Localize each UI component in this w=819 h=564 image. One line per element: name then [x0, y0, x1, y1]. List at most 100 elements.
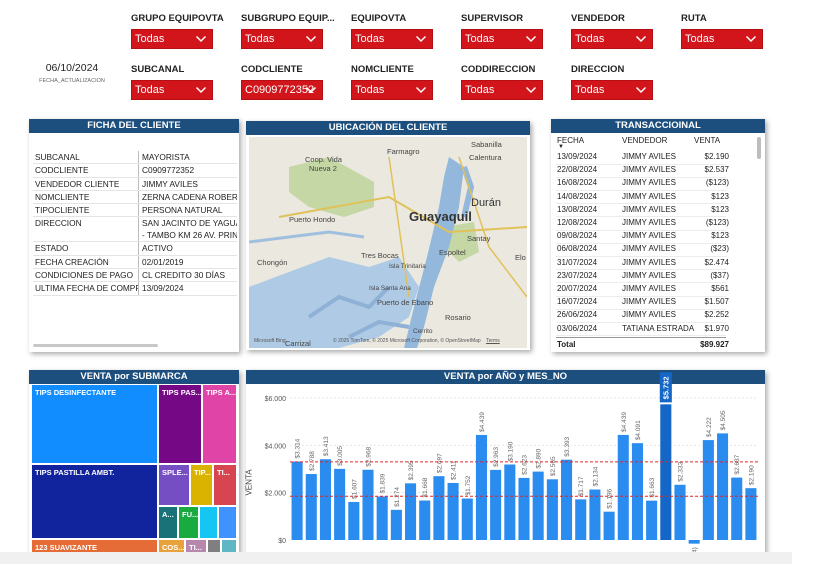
venta-bar[interactable] — [603, 511, 615, 540]
ficha-row: SUBCANAL MAYORISTA — [33, 151, 237, 165]
map-label-santay: Santay — [467, 234, 491, 243]
filter-label-9: CODDIRECCION — [461, 64, 536, 75]
trans-vendedor: JIMMY AVILES — [622, 297, 676, 307]
venta-bar[interactable] — [433, 476, 445, 540]
venta-bar[interactable] — [631, 443, 643, 540]
map-label-elo: Elo — [515, 253, 526, 262]
filter-dropdown-3[interactable]: Todas — [461, 29, 543, 49]
trans-row[interactable]: 26/06/2024 JIMMY AVILES $2.252 — [556, 309, 729, 323]
venta-bar[interactable] — [504, 464, 516, 540]
treemap-tile-a[interactable]: A... — [158, 506, 178, 539]
trans-row[interactable]: 12/08/2024 JIMMY AVILES ($123) — [556, 217, 729, 231]
venta-bar[interactable] — [419, 500, 431, 540]
trans-row[interactable]: 13/08/2024 JIMMY AVILES $123 — [556, 204, 729, 218]
filter-dropdown-5[interactable]: Todas — [681, 29, 763, 49]
trans-row[interactable]: 16/07/2024 JIMMY AVILES $1.507 — [556, 296, 729, 310]
col-vendedor[interactable]: VENDEDOR — [622, 136, 667, 145]
data-label: $2.411 — [451, 460, 458, 480]
venta-bar[interactable] — [688, 540, 700, 544]
filter-dropdown-8[interactable]: Todas — [351, 80, 433, 100]
trans-row[interactable]: 14/08/2024 JIMMY AVILES $123 — [556, 191, 729, 205]
ficha-value-line: ZERNA CADENA ROBERTO — [142, 191, 237, 202]
venta-bar[interactable] — [518, 477, 530, 540]
map-terms-link[interactable]: Terms — [486, 338, 500, 344]
ficha-key: VENDEDOR CLIENTE — [33, 177, 139, 190]
trans-row[interactable]: 06/08/2024 JIMMY AVILES ($23) — [556, 243, 729, 257]
trans-row[interactable]: 13/09/2024 JIMMY AVILES $2.190 — [556, 151, 729, 165]
venta-bar[interactable] — [319, 459, 331, 540]
ficha-cliente-panel: FICHA DEL CLIENTE SUBCANAL MAYORISTA CODCL… — [29, 119, 239, 352]
col-venta[interactable]: VENTA — [694, 136, 720, 145]
data-label: $3.393 — [564, 436, 571, 456]
trans-row[interactable]: 22/08/2024 JIMMY AVILES $2.537 — [556, 164, 729, 178]
trans-vendedor: TATIANA ESTRADA — [622, 323, 695, 333]
treemap-tile-tips-pas[interactable]: TIPS PAS... — [158, 384, 202, 464]
venta-bar[interactable] — [390, 509, 402, 540]
treemap-tile-tip[interactable]: TIP... — [190, 464, 213, 506]
trans-row[interactable]: 23/07/2024 JIMMY AVILES ($37) — [556, 270, 729, 284]
data-label: $2.134 — [592, 466, 599, 486]
trans-row[interactable]: 20/07/2024 JIMMY AVILES $561 — [556, 283, 729, 297]
venta-bar[interactable] — [589, 489, 601, 540]
venta-bar[interactable] — [305, 474, 317, 540]
map-panel: UBICACIÓN DEL CLIENTE Farmagro Sabanilla… — [246, 121, 530, 350]
venta-bar[interactable] — [646, 500, 658, 540]
map-canvas[interactable]: Farmagro Sabanilla Calentura Coop. Vida … — [249, 137, 527, 348]
treemap-tile-sple[interactable]: SPLE... — [158, 464, 190, 506]
treemap-tile-blue[interactable] — [218, 506, 237, 539]
venta-bar[interactable] — [617, 434, 629, 540]
treemap-tile-tips-pastilla-ambt[interactable]: TIPS PASTILLA AMBT. — [31, 464, 158, 539]
venta-bar[interactable] — [334, 468, 346, 540]
map-label-carrizal: Carrizal — [285, 339, 311, 348]
map-label-isla-santa-ana: Isla Santa Ana — [369, 285, 411, 292]
trans-total-value: $89.927 — [700, 340, 729, 349]
ficha-row: TIPOCLIENTE PERSONA NATURAL — [33, 204, 237, 218]
venta-bar[interactable] — [376, 496, 388, 540]
venta-bar[interactable] — [405, 483, 417, 540]
filter-dropdown-2[interactable]: Todas — [351, 29, 433, 49]
venta-bar[interactable] — [575, 499, 587, 540]
venta-bar[interactable] — [490, 469, 502, 540]
trans-row[interactable]: 03/06/2024 TATIANA ESTRADA $1.970 — [556, 323, 729, 337]
filter-dropdown-6[interactable]: Todas — [131, 80, 213, 100]
treemap-tile-ti[interactable]: TI... — [213, 464, 237, 506]
venta-bar[interactable] — [717, 433, 729, 540]
venta-bar[interactable] — [674, 484, 686, 540]
filter-dropdown-0[interactable]: Todas — [131, 29, 213, 49]
venta-bar[interactable] — [660, 404, 672, 540]
filter-dropdown-9[interactable]: Todas — [461, 80, 543, 100]
treemap-tile-tips-desinfectante[interactable]: TIPS DESINFECTANTE — [31, 384, 158, 464]
filter-dropdown-7[interactable]: C0909772352 — [241, 80, 323, 100]
map-title: UBICACIÓN DEL CLIENTE — [246, 121, 530, 135]
venta-bar[interactable] — [348, 501, 360, 540]
trans-vendedor: JIMMY AVILES — [622, 204, 676, 214]
ficha-scrollbar[interactable] — [33, 344, 158, 347]
venta-bar[interactable] — [731, 477, 743, 540]
venta-bar[interactable] — [447, 482, 459, 540]
filter-dropdown-1[interactable]: Todas — [241, 29, 323, 49]
venta-bar[interactable] — [475, 434, 487, 540]
treemap-tile-light-blue[interactable] — [199, 506, 218, 539]
trans-venta: $2.474 — [704, 257, 729, 267]
ficha-row: VENDEDOR CLIENTE JIMMY AVILES — [33, 177, 237, 191]
trans-row[interactable]: 31/07/2024 JIMMY AVILES $2.474 — [556, 257, 729, 271]
venta-bar[interactable] — [702, 440, 714, 540]
venta-bar[interactable] — [362, 469, 374, 540]
treemap-tile-fu[interactable]: FU... — [178, 506, 199, 539]
trans-fecha: 03/06/2024 — [557, 323, 598, 333]
venta-bar[interactable] — [291, 461, 303, 540]
venta-bar[interactable] — [461, 498, 473, 540]
venta-bar[interactable] — [561, 459, 573, 540]
chevron-down-icon — [195, 86, 207, 94]
filter-value-6: Todas — [135, 84, 165, 96]
filter-dropdown-10[interactable]: Todas — [571, 80, 653, 100]
trans-row[interactable]: 16/08/2024 JIMMY AVILES ($123) — [556, 177, 729, 191]
ficha-key: ESTADO — [33, 242, 139, 255]
treemap-tile-tips-a[interactable]: TIPS A... — [202, 384, 237, 464]
sort-desc-icon[interactable]: ▼ — [558, 144, 564, 150]
filter-dropdown-4[interactable]: Todas — [571, 29, 653, 49]
trans-scrollbar[interactable] — [757, 137, 761, 159]
trans-row[interactable]: 09/08/2024 JIMMY AVILES $123 — [556, 230, 729, 244]
venta-bar[interactable] — [532, 471, 544, 540]
venta-bar[interactable] — [546, 479, 558, 540]
